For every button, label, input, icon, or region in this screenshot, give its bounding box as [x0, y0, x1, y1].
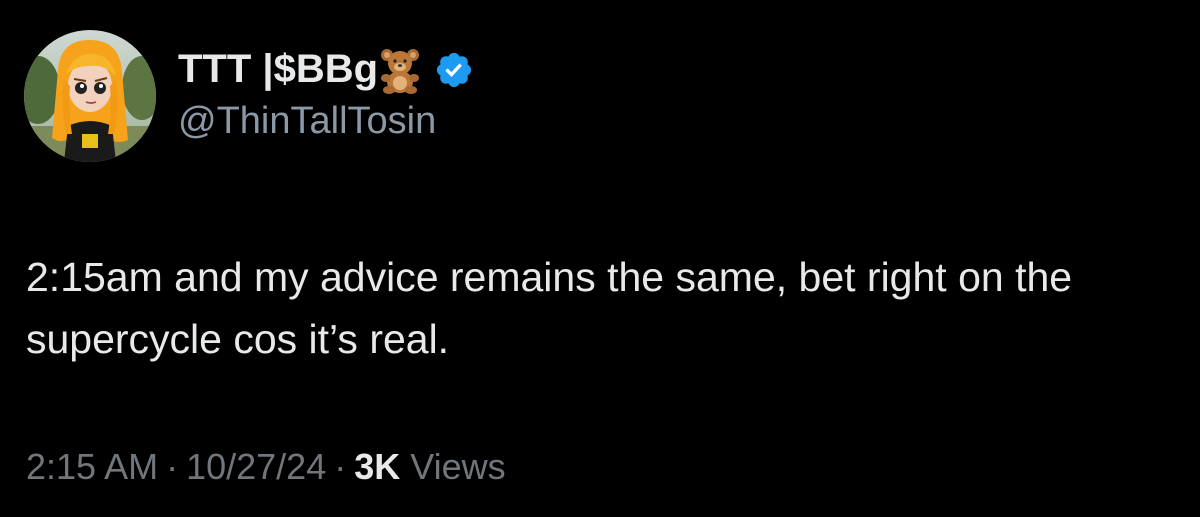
author-handle[interactable]: @ThinTallTosin [178, 100, 474, 143]
display-name-row: TTT |$BBg [178, 44, 474, 96]
tweet-meta: 2:15 AM · 10/27/24 · 3K Views [26, 446, 506, 488]
tweet-header: TTT |$BBg @ThinTallTosin [24, 30, 474, 162]
display-name[interactable]: TTT |$BBg [178, 47, 378, 92]
tweet-time[interactable]: 2:15 AM [26, 446, 158, 487]
verified-badge-icon [434, 50, 474, 90]
tweet-text: 2:15am and my advice remains the same, b… [26, 254, 1073, 362]
tweet-date[interactable]: 10/27/24 [186, 446, 326, 487]
views-count[interactable]: 3K [354, 446, 400, 487]
tweet-card: TTT |$BBg @ThinTallTosin 2:15am and my a… [0, 0, 1200, 517]
author-names: TTT |$BBg @ThinTallTosin [178, 44, 474, 143]
meta-separator: · [166, 446, 179, 487]
avatar[interactable] [24, 30, 156, 162]
teddy-bear-icon [378, 46, 422, 94]
views-label: Views [410, 446, 506, 487]
meta-separator: · [334, 446, 347, 487]
